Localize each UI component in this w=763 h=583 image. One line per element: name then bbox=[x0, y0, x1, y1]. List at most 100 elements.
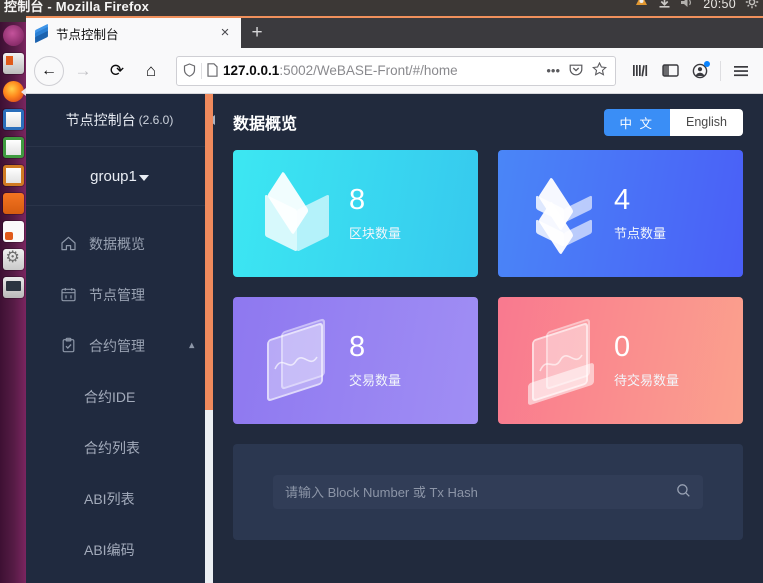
lang-english-button[interactable]: English bbox=[670, 108, 743, 136]
stat-value: 8 bbox=[349, 184, 366, 217]
sidebar-item-node-management[interactable]: 节点管理 bbox=[26, 269, 213, 320]
dock-item-ubuntu-software[interactable] bbox=[0, 190, 26, 217]
lang-chinese-button[interactable]: 中 文 bbox=[603, 108, 670, 136]
url-host: 127.0.0.1 bbox=[223, 63, 280, 78]
language-toggle: 中 文 English bbox=[603, 108, 743, 136]
search-box[interactable] bbox=[273, 475, 703, 509]
forward-button[interactable]: → bbox=[68, 56, 98, 86]
stat-card-blocks[interactable]: 8 区块数量 bbox=[233, 150, 478, 277]
web-page: 节点控制台 (2.6.0) group1 数据概览 节点管理 合约管理 ▾ 合约… bbox=[26, 94, 763, 583]
dock-item-libreoffice-impress[interactable] bbox=[0, 162, 26, 189]
system-settings-icon bbox=[2, 249, 24, 270]
search-panel bbox=[233, 444, 743, 540]
stat-label: 区块数量 bbox=[349, 225, 402, 241]
stat-label: 待交易数量 bbox=[614, 372, 680, 388]
url-divider bbox=[201, 62, 202, 79]
sidebar-item-label: 合约列表 bbox=[84, 439, 140, 456]
wave-line bbox=[274, 356, 318, 369]
download-icon[interactable] bbox=[658, 0, 671, 12]
clock[interactable]: 20:50 bbox=[703, 0, 736, 11]
stat-card-transactions[interactable]: 8 交易数量 bbox=[233, 297, 478, 424]
sidebar-menu: 数据概览 节点管理 合约管理 ▾ 合约IDE 合约列表 ABI列表 ABI编码 bbox=[26, 206, 213, 575]
server-stack-icon bbox=[516, 168, 608, 260]
dock-item-terminal[interactable] bbox=[0, 274, 26, 301]
url-text: 127.0.0.1:5002/WeBASE-Front/#/home bbox=[223, 63, 539, 78]
group-selector[interactable]: group1 bbox=[26, 147, 213, 206]
chevron-up-icon[interactable]: ▾ bbox=[189, 339, 195, 352]
app-sidebar: 节点控制台 (2.6.0) group1 数据概览 节点管理 合约管理 ▾ 合约… bbox=[26, 94, 215, 583]
star-icon[interactable] bbox=[590, 61, 609, 79]
libreoffice-impress-icon bbox=[2, 165, 24, 186]
sidebar-header: 节点控制台 (2.6.0) bbox=[26, 94, 215, 147]
dock-item-libreoffice-calc[interactable] bbox=[0, 134, 26, 161]
reload-button[interactable]: ⟳ bbox=[102, 56, 132, 86]
navigation-toolbar: ← → ⟳ ⌂ 127.0.0.1:5002/WeBASE-Front/#/ho… bbox=[26, 48, 763, 94]
page-actions-icon[interactable]: ••• bbox=[544, 63, 562, 78]
page-info-icon[interactable] bbox=[207, 62, 218, 79]
search-input[interactable] bbox=[285, 484, 676, 500]
stat-card-pending[interactable]: 0 待交易数量 bbox=[498, 297, 743, 424]
sidebar-item-label: ABI编码 bbox=[84, 541, 135, 558]
content-header: 数据概览 中 文 English bbox=[233, 94, 743, 150]
sidebar-version: (2.6.0) bbox=[138, 113, 174, 127]
tracking-protection-shield-icon[interactable] bbox=[183, 62, 196, 79]
ubuntu-software-icon bbox=[2, 193, 24, 214]
dock-item-firefox[interactable] bbox=[0, 78, 26, 105]
settings-gear-icon[interactable] bbox=[745, 0, 759, 12]
sidebar-item-abi-list[interactable]: ABI列表 bbox=[26, 473, 213, 524]
group-selector-label: group1 bbox=[90, 167, 137, 185]
back-button[interactable]: ← bbox=[34, 55, 64, 86]
search-icon[interactable] bbox=[676, 483, 691, 501]
sidebar-item-label: 数据概览 bbox=[89, 235, 145, 252]
home-icon bbox=[60, 235, 77, 252]
libreoffice-calc-icon bbox=[2, 137, 24, 158]
dock-item-system-settings[interactable] bbox=[0, 246, 26, 273]
stat-value: 4 bbox=[614, 184, 631, 217]
firefox-window: 节点控制台 × + ← → ⟳ ⌂ 127.0.0.1:5002/WeBASE-… bbox=[26, 16, 763, 583]
library-icon[interactable] bbox=[626, 57, 654, 85]
sidebar-item-label: 节点管理 bbox=[89, 286, 145, 303]
stat-label: 节点数量 bbox=[614, 225, 667, 241]
sidebar-item-label: 合约管理 bbox=[89, 337, 145, 354]
new-tab-button[interactable]: + bbox=[241, 18, 273, 48]
close-icon[interactable]: × bbox=[217, 25, 233, 41]
address-bar[interactable]: 127.0.0.1:5002/WeBASE-Front/#/home ••• bbox=[176, 55, 616, 86]
sidebar-item-contract-ide[interactable]: 合约IDE bbox=[26, 371, 213, 422]
tab-strip: 节点控制台 × + bbox=[26, 16, 763, 48]
dock-item-help-document[interactable] bbox=[0, 218, 26, 245]
stat-value: 8 bbox=[349, 331, 366, 364]
hamburger-menu-icon[interactable] bbox=[727, 57, 755, 85]
dock-item-ubuntu-dash[interactable] bbox=[0, 22, 26, 49]
account-avatar-icon[interactable] bbox=[686, 57, 714, 85]
sidebar-scrollbar-thumb[interactable] bbox=[205, 94, 213, 410]
libreoffice-writer-icon bbox=[2, 109, 24, 130]
sidebar-item-overview[interactable]: 数据概览 bbox=[26, 218, 213, 269]
dock-item-libreoffice-writer[interactable] bbox=[0, 106, 26, 133]
sidebar-item-contract-management[interactable]: 合约管理 ▾ bbox=[26, 320, 213, 371]
clipboard-check-icon bbox=[60, 337, 77, 354]
pending-chart-icon bbox=[516, 315, 608, 407]
sidebar-icon[interactable] bbox=[656, 57, 684, 85]
stat-card-nodes[interactable]: 4 节点数量 bbox=[498, 150, 743, 277]
volume-icon[interactable] bbox=[680, 0, 694, 12]
url-path: :5002/WeBASE-Front/#/home bbox=[279, 63, 458, 78]
pocket-icon[interactable] bbox=[567, 62, 585, 79]
toolbar-divider bbox=[720, 60, 721, 81]
browser-tab[interactable]: 节点控制台 × bbox=[26, 18, 241, 48]
sidebar-item-abi-encode[interactable]: ABI编码 bbox=[26, 524, 213, 575]
sidebar-scrollbar[interactable] bbox=[205, 94, 213, 583]
sidebar-item-contract-list[interactable]: 合约列表 bbox=[26, 422, 213, 473]
dock-item-files-manager[interactable] bbox=[0, 50, 26, 77]
main-content: 数据概览 中 文 English 8 区块数量 4 节点数量 8 交易数量 0 … bbox=[213, 94, 763, 583]
home-button[interactable]: ⌂ bbox=[136, 56, 166, 86]
account-notification-dot bbox=[704, 60, 710, 67]
sidebar-item-label: 合约IDE bbox=[84, 388, 136, 405]
stat-cards: 8 区块数量 4 节点数量 8 交易数量 0 待交易数量 bbox=[233, 150, 743, 424]
stat-value: 0 bbox=[614, 331, 631, 364]
ubuntu-dash-icon bbox=[2, 25, 24, 46]
page-title: 数据概览 bbox=[233, 116, 298, 133]
window-title: 控制台 - Mozilla Firefox bbox=[4, 0, 150, 14]
app-indicator-icon[interactable] bbox=[634, 0, 649, 12]
help-document-icon bbox=[2, 221, 24, 242]
system-tray: 20:50 bbox=[634, 0, 759, 12]
